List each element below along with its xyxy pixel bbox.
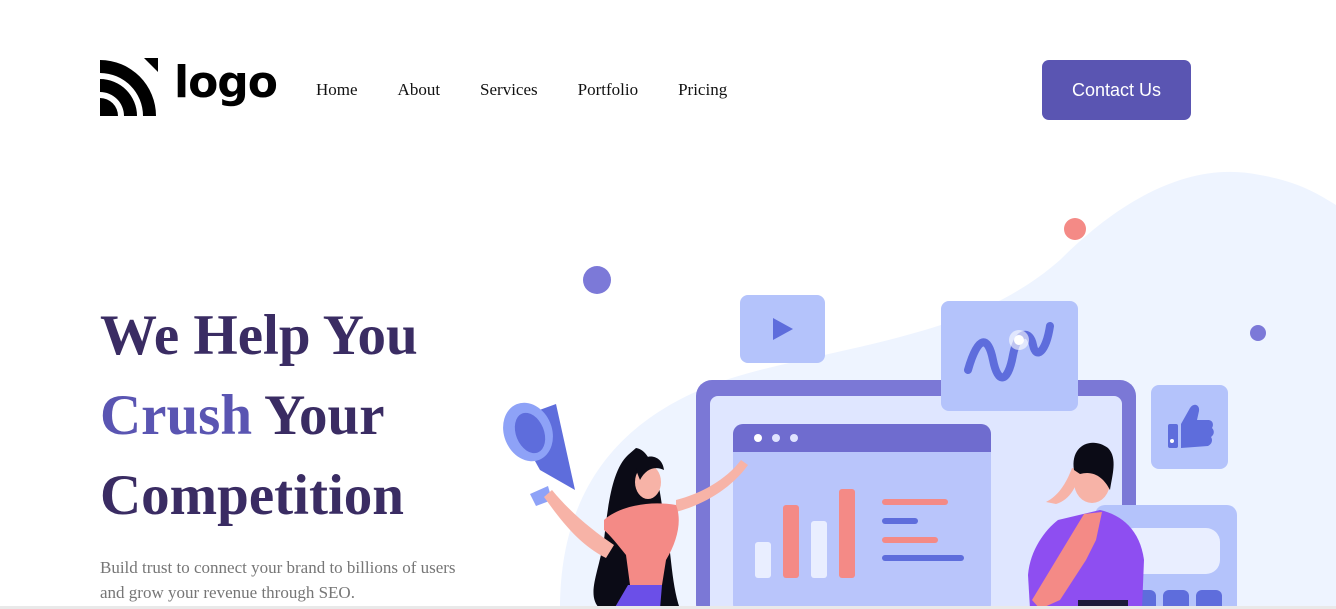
nav-about[interactable]: About: [398, 79, 441, 101]
hero-title-line-3: Competition: [100, 464, 404, 527]
logo-mark-icon: [100, 58, 158, 116]
dot-purple: [583, 266, 611, 294]
dot-coral: [1064, 218, 1086, 240]
nav-home[interactable]: Home: [316, 79, 358, 101]
logo-text: logo: [174, 57, 278, 108]
browser-titlebar: [733, 424, 991, 452]
chart-bar: [839, 489, 855, 578]
hero-title-accent: Crush: [100, 384, 253, 447]
logo[interactable]: logo: [100, 57, 278, 116]
chart-bar: [783, 505, 799, 578]
nav-pricing[interactable]: Pricing: [678, 79, 727, 101]
nav-portfolio[interactable]: Portfolio: [578, 79, 638, 101]
hero-illustration: [503, 171, 1336, 609]
chart-bar: [755, 542, 771, 578]
hero-description: Build trust to connect your brand to bil…: [100, 558, 456, 602]
hero-title-line-1: We Help You: [100, 304, 418, 367]
chart-bar: [811, 521, 827, 578]
hero-title: We Help You Crush Your Competition: [100, 296, 418, 536]
hero-title-line-2-rest: Your: [252, 384, 385, 447]
main-nav: Home About Services Portfolio Pricing: [316, 79, 727, 101]
contact-us-button[interactable]: Contact Us: [1042, 60, 1191, 120]
dot-small-purple: [1250, 325, 1266, 341]
nav-services[interactable]: Services: [480, 79, 538, 101]
megaphone-icon: [503, 402, 575, 506]
